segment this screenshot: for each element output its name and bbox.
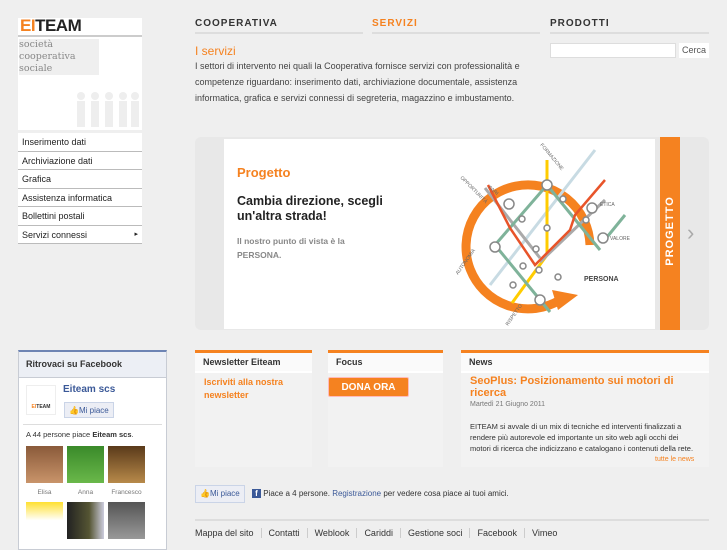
facebook-icon: f: [252, 489, 261, 498]
news-headline[interactable]: SeoPlus: Posizionamento sui motori di ri…: [470, 375, 695, 399]
footer: Mappa del sito Contatti Weblook Cariddi …: [195, 519, 709, 545]
metro-map-diagram: FORMAZIONE PARI OPPORTUNITÀ ETICA VALORE…: [455, 142, 631, 327]
like-bar-text: f Piace a 4 persone. Registrazione per v…: [252, 489, 509, 498]
label-valore: VALORE: [610, 236, 631, 242]
logo-brand: EITEAM: [20, 16, 82, 35]
register-link[interactable]: Registrazione: [332, 489, 381, 498]
newsletter-link[interactable]: Iscriviti alla nostra newsletter: [204, 376, 304, 402]
like-button[interactable]: 👍Mi piace: [64, 402, 114, 418]
nav-prodotti[interactable]: PRODOTTI: [550, 18, 709, 34]
banner-kicker: Progetto: [237, 165, 291, 180]
people-illustration-icon: [77, 92, 139, 127]
thumbs-up-icon: 👍: [69, 406, 79, 415]
footer-link-cariddi[interactable]: Cariddi: [356, 528, 400, 538]
footer-link-gestione-soci[interactable]: Gestione soci: [399, 528, 470, 538]
fan-avatar[interactable]: [67, 502, 104, 539]
label-formazione: FORMAZIONE: [538, 142, 564, 172]
banner-subtext: Il nostro punto di vista è la PERSONA.: [237, 236, 345, 260]
like-count: A 44 persone piace Eiteam scs.: [26, 430, 134, 439]
all-news-link[interactable]: tutte le news: [655, 456, 694, 463]
fan-avatar[interactable]: [67, 446, 104, 483]
footer-link-weblook[interactable]: Weblook: [306, 528, 357, 538]
nav-servizi[interactable]: SERVIZI: [372, 18, 540, 34]
newsletter-box: Newsletter Eiteam: [195, 350, 312, 467]
fan-avatar[interactable]: [108, 502, 145, 539]
logo-tagline: società cooperativa sociale: [19, 39, 99, 75]
sidebar-item-bollettini-postali[interactable]: Bollettini postali: [18, 207, 142, 226]
fan-name[interactable]: Francesco: [108, 489, 145, 496]
news-title: News: [461, 353, 709, 373]
newsletter-title: Newsletter Eiteam: [195, 353, 312, 373]
page-title: I servizi: [195, 44, 236, 58]
page-intro: I settori di intervento nei quali la Coo…: [195, 61, 520, 103]
news-date: Martedì 21 Giugno 2011: [470, 401, 545, 408]
label-persona: PERSONA: [584, 276, 619, 283]
footer-link-vimeo[interactable]: Vimeo: [524, 528, 564, 538]
like-bar-button[interactable]: 👍Mi piace: [195, 485, 245, 503]
facebook-widget: Ritrovaci su Facebook EITEAM Eiteam scs …: [18, 350, 167, 550]
focus-box: Focus: [328, 350, 443, 467]
logo-divider: [18, 35, 142, 37]
fan-avatar[interactable]: [108, 446, 145, 483]
chevron-right-icon[interactable]: ›: [687, 220, 694, 246]
page-name-link[interactable]: Eiteam scs: [63, 384, 115, 395]
page-avatar[interactable]: EITEAM: [26, 385, 56, 415]
footer-link-contatti[interactable]: Contatti: [260, 528, 307, 538]
sidebar-item-grafica[interactable]: Grafica: [18, 170, 142, 189]
search-input[interactable]: [550, 43, 676, 58]
focus-title: Focus: [328, 353, 443, 373]
sidebar-item-inserimento-dati[interactable]: Inserimento dati: [18, 133, 142, 152]
sidebar-item-assistenza-informatica[interactable]: Assistenza informatica: [18, 188, 142, 207]
search-button[interactable]: Cerca: [679, 43, 709, 58]
fan-avatar[interactable]: [26, 502, 63, 539]
sidebar-menu: Inserimento dati Archiviazione dati Graf…: [18, 133, 142, 244]
label-etica: ETICA: [600, 202, 615, 208]
footer-link-mappa[interactable]: Mappa del sito: [195, 528, 261, 538]
donate-button[interactable]: DONA ORA: [328, 377, 409, 397]
sidebar-item-archiviazione-dati[interactable]: Archiviazione dati: [18, 151, 142, 170]
fan-name[interactable]: Elisa: [26, 489, 63, 496]
submenu-arrow-icon: ▸: [134, 230, 138, 238]
thumbs-up-icon: 👍: [200, 489, 210, 498]
fan-name[interactable]: Anna: [67, 489, 104, 496]
logo[interactable]: EITEAM società cooperativa sociale: [18, 16, 142, 130]
nav-cooperativa[interactable]: COOPERATIVA: [195, 18, 363, 34]
facebook-title: Ritrovaci su Facebook: [19, 352, 166, 378]
banner-tab-progetto[interactable]: PROGETTO: [660, 137, 680, 330]
banner-headline: Cambia direzione, scegli un'altra strada…: [237, 194, 383, 223]
news-body: EITEAM si avvale di un mix di tecniche e…: [470, 422, 694, 453]
fan-avatar[interactable]: [26, 446, 63, 483]
footer-link-facebook[interactable]: Facebook: [469, 528, 524, 538]
sidebar-item-servizi-connessi[interactable]: Servizi connessi ▸: [18, 225, 142, 244]
